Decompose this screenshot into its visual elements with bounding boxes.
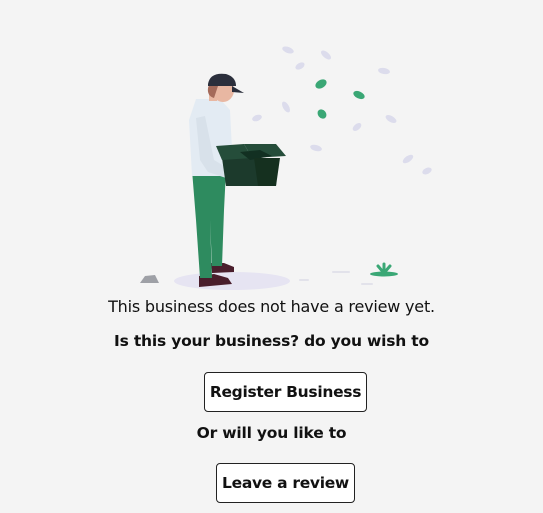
register-business-button[interactable]: Register Business xyxy=(204,372,367,412)
ownership-question: Is this your business? do you wish to xyxy=(114,332,429,350)
no-review-page: This business does not have a review yet… xyxy=(0,0,543,513)
alternative-prompt: Or will you like to xyxy=(196,424,347,442)
leave-review-button[interactable]: Leave a review xyxy=(216,463,355,503)
no-review-message: This business does not have a review yet… xyxy=(108,297,435,316)
person-holding-box-illustration xyxy=(140,46,432,290)
